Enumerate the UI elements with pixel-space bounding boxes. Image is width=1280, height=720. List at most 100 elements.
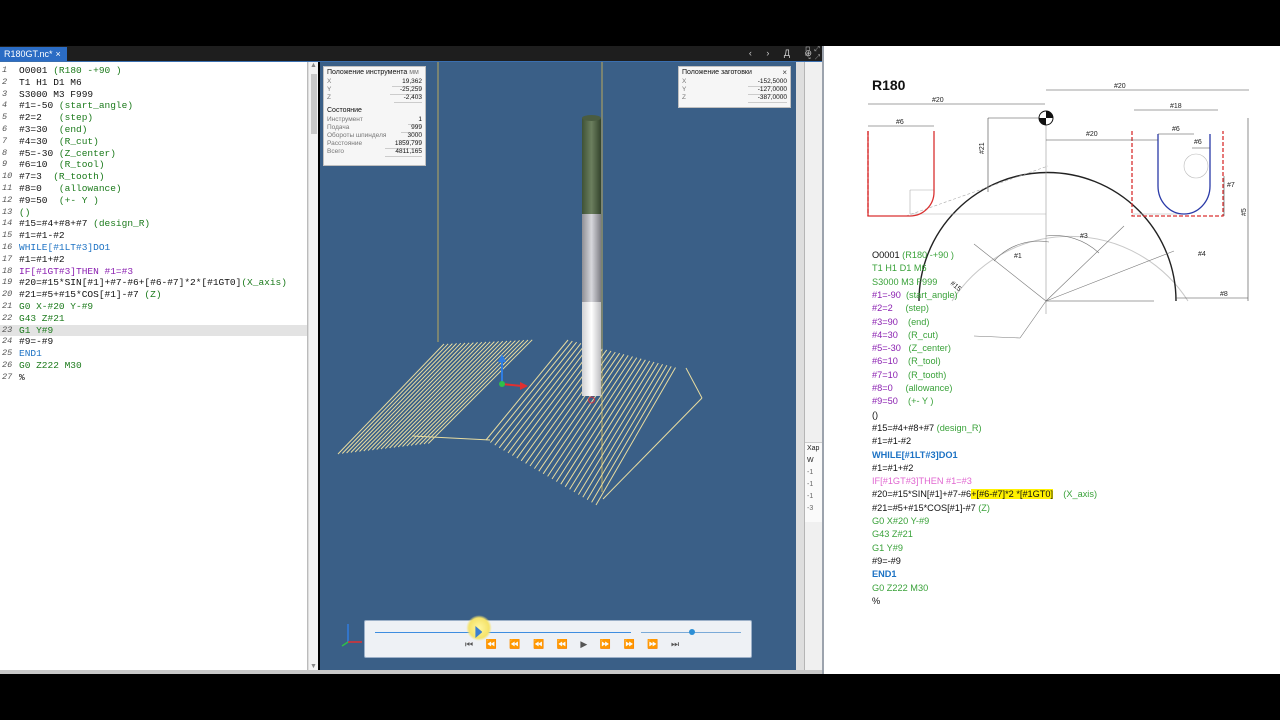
cursor-highlight xyxy=(466,615,493,641)
reference-code-token: #1=-90 xyxy=(872,289,906,300)
reference-code-line: #20=#15*SIN[#1]+#7-#6+[#6-#7]*2 *[#1GT0]… xyxy=(872,488,1097,501)
code-line[interactable]: 23 G1 Y#9 xyxy=(0,324,307,337)
code-token: #4=30 xyxy=(19,135,59,147)
code-line[interactable]: 3 S3000 M3 F999 xyxy=(0,89,307,101)
reference-code-token: T1 H1 D1 M6 xyxy=(872,263,927,274)
code-token: (X_axis) xyxy=(241,277,287,289)
x-axis-gizmo xyxy=(501,383,523,387)
code-text: #1=#1+#2 xyxy=(19,254,65,266)
reference-code-token: O0001 xyxy=(872,250,903,260)
code-line[interactable]: 13 () xyxy=(0,207,307,219)
scroll-down-icon[interactable]: ▼ xyxy=(310,663,317,670)
code-line[interactable]: 2 T1 H1 D1 M6 xyxy=(0,77,307,89)
code-line[interactable]: 20 #21=#5+#15*COS[#1]-#7 (Z) xyxy=(0,289,307,301)
reference-code-token: G43 Z#21 xyxy=(872,529,913,540)
state-row: Расстояние 1859,799 xyxy=(324,140,425,149)
dock-pin-icons[interactable]: ⊓ ⤢ ⤡ ↗ xyxy=(805,46,822,62)
code-token: (R_tooth) xyxy=(53,171,105,183)
code-line[interactable]: 4 #1=-50 (start_angle) xyxy=(0,100,307,112)
reference-code-line: () xyxy=(872,409,878,422)
code-text: #1=#1-#2 xyxy=(19,230,65,242)
code-line[interactable]: 27% xyxy=(0,372,307,384)
code-text: #15=#4+#8+#7 (design_R) xyxy=(19,218,150,230)
code-line[interactable]: 18 IF[#1GT#3]THEN #1=#3 xyxy=(0,266,307,278)
blank-y-row: Y -127,0000 xyxy=(679,86,790,95)
reference-code-line: G0 X#20 Y-#9 xyxy=(872,515,929,528)
code-line[interactable]: 17 #1=#1+#2 xyxy=(0,254,307,266)
toolpath-segment xyxy=(337,343,445,455)
code-line[interactable]: 12 #9=50 (+- Y ) xyxy=(0,194,307,207)
code-line[interactable]: 16 WHILE[#1LT#3]DO1 xyxy=(0,242,307,254)
right-stock-profile xyxy=(1131,131,1224,217)
simulation-viewport[interactable]: Положение инструмента мм X 19,362 Y -25,25… xyxy=(320,62,796,670)
reference-code-token: (step) xyxy=(905,303,929,314)
code-line[interactable]: 1 O0001 (R180 -+90 ) xyxy=(0,65,307,77)
characteristics-row: -1 xyxy=(807,481,814,488)
reference-code-line: O0001 (R180 -+90 ) xyxy=(872,249,954,262)
code-token: #1=-50 xyxy=(19,100,59,112)
code-line[interactable]: 19 #20=#15*SIN[#1]+#7-#6+[#6-#7]*2*[#1GT0… xyxy=(0,277,307,289)
toolpath-segment xyxy=(376,341,483,450)
code-line[interactable]: 22 G43 Z#21 xyxy=(0,313,307,325)
y-axis-gizmo xyxy=(499,381,505,387)
reference-code-token: #9=50 xyxy=(872,396,909,407)
reference-code-token: #21=#5+#15*COS[#1]-#7 xyxy=(872,502,979,513)
code-line[interactable]: 11 #8=0 (allowance) xyxy=(0,183,307,195)
state-row: Инструмент 1 xyxy=(324,116,425,125)
code-editor[interactable]: 1 O0001 (R180 -+90 ) 2 T1 H1 D1 M6 3 S3000 M3… xyxy=(0,62,308,670)
speed-slider-knob[interactable] xyxy=(689,629,695,635)
code-line[interactable]: 15 #1=#1-#2 xyxy=(0,230,307,242)
code-text: % xyxy=(19,372,25,384)
doc-title: R180 xyxy=(872,77,906,93)
scroll-thumb[interactable] xyxy=(311,74,317,134)
toolpath-segment xyxy=(685,367,703,399)
line-number: 12 xyxy=(2,194,13,205)
reference-code-token: (X_axis) xyxy=(1053,489,1097,500)
code-scrollbar[interactable]: ▲ ▼ xyxy=(308,62,318,670)
code-line[interactable]: 24 #9=-#9 xyxy=(0,336,307,348)
characteristics-row: -1 xyxy=(807,469,814,476)
dim-label: #1 xyxy=(1014,253,1022,260)
scroll-up-icon[interactable]: ▲ xyxy=(310,62,317,69)
code-line[interactable]: 26 G0 Z222 M30 xyxy=(0,360,307,372)
dim-label: #6 xyxy=(1194,139,1202,146)
reference-code-token: (+- Y ) xyxy=(908,396,934,407)
x-axis-arrow-icon xyxy=(520,382,528,390)
toolpath-segment xyxy=(354,342,462,453)
code-text: #20=#15*SIN[#1]+#7-#6+[#6-#7]*2*[#1GT0](… xyxy=(19,277,287,289)
viewport-scrollbar[interactable] xyxy=(796,62,804,670)
code-line[interactable]: 25 END1 xyxy=(0,348,307,360)
blank-y-label: Y xyxy=(682,86,687,93)
line-number: 10 xyxy=(2,171,13,182)
code-token: G0 X-#20 Y-#9 xyxy=(19,301,94,312)
code-line[interactable]: 10 #7=3 (R_tooth) xyxy=(0,171,307,183)
reference-code-token: #15=#4+#8+#7 xyxy=(872,422,937,433)
reference-code-line: % xyxy=(872,595,880,608)
tool-circle xyxy=(1183,153,1209,179)
progress-track[interactable] xyxy=(375,632,631,633)
close-tab-icon[interactable]: × xyxy=(56,49,61,59)
code-line[interactable]: 5 #2=2 (step) xyxy=(0,112,307,124)
code-line[interactable]: 21 G0 X-#20 Y-#9 xyxy=(0,301,307,313)
characteristics-tab[interactable]: Хар W -1 -1 -1 -3 xyxy=(805,442,823,522)
close-icon[interactable]: × xyxy=(782,68,787,77)
code-line[interactable]: 9 #6=10 (R_tool) xyxy=(0,159,307,171)
code-line[interactable]: 14 #15=#4+#8+#7 (design_R) xyxy=(0,218,307,230)
editor-tab-strip: R180GT.nc* × ‹ › Д ⊕ xyxy=(0,46,822,62)
simulation-player: ⏮ ⏪ ⏪ ⏪ ⏪ ▶ ⏩ ⏩ ⏩ ⏭ xyxy=(364,615,752,658)
code-text: #3=30 (end) xyxy=(19,124,87,136)
state-value: 4811,165 xyxy=(385,148,422,157)
file-tab[interactable]: R180GT.nc* × xyxy=(0,47,67,61)
reference-code-line: #9=50 (+- Y ) xyxy=(872,395,933,408)
code-text: #8=0 (allowance) xyxy=(19,183,122,195)
code-line[interactable]: 6 #3=30 (end) xyxy=(0,124,307,136)
code-token: (start_angle) xyxy=(58,100,134,112)
reference-code-token: (Z) xyxy=(978,502,990,513)
code-line[interactable]: 8 #5=-30 (Z_center) xyxy=(0,148,307,160)
playback-controls[interactable]: ⏮ ⏪ ⏪ ⏪ ⏪ ▶ ⏩ ⏩ ⏩ ⏭ xyxy=(465,639,684,653)
code-line[interactable]: 7 #4=30 (R_cut) xyxy=(0,135,307,148)
line-number: 24 xyxy=(2,336,13,347)
reference-code-line: #8=0 (allowance) xyxy=(872,382,952,395)
toolpath-segment xyxy=(393,341,499,448)
characteristics-row: -1 xyxy=(807,493,814,500)
